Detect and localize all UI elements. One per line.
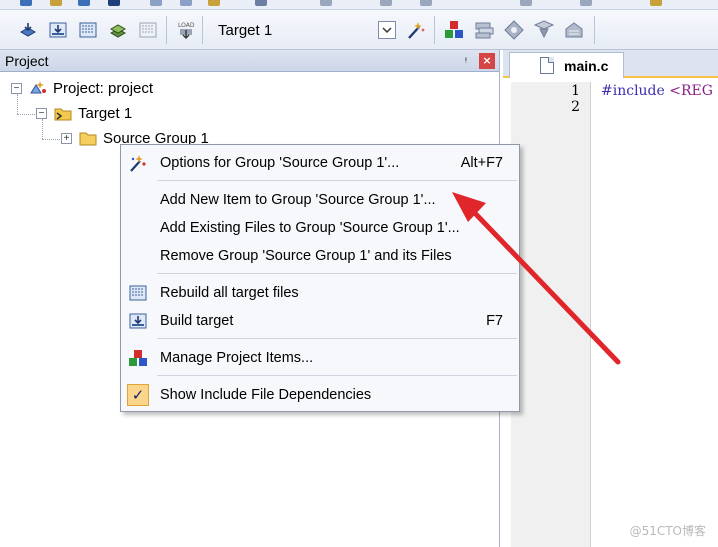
annotation-arrow: [452, 192, 621, 365]
watermark: @51CTO博客: [629, 524, 706, 538]
